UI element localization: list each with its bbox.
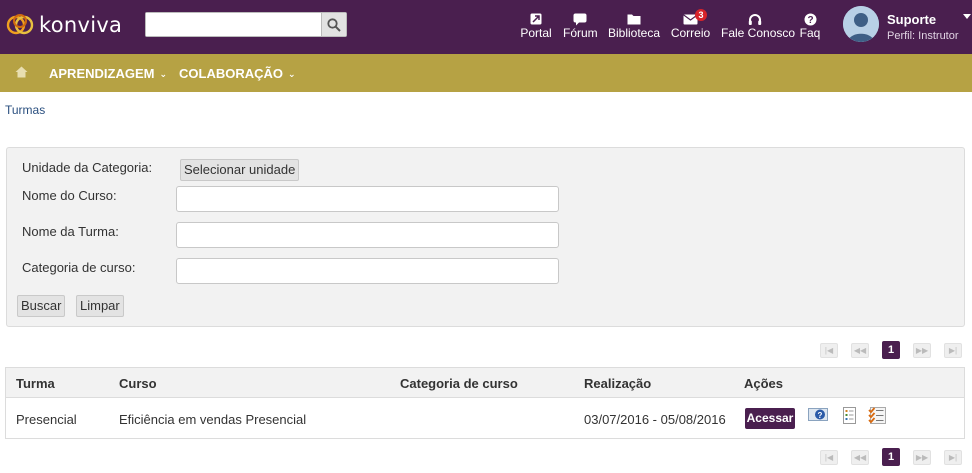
prev-page-button[interactable]: ◀◀ — [851, 449, 869, 465]
search-input[interactable] — [146, 13, 321, 36]
breadcrumb[interactable]: Turmas — [5, 103, 45, 117]
help-info-icon[interactable]: ? — [808, 407, 828, 426]
logo-rings-icon — [6, 14, 34, 35]
nav-faq[interactable]: ? Faq — [799, 11, 821, 40]
nav-correio[interactable]: 3 Correio — [670, 9, 711, 40]
cell-turma: Presencial — [16, 412, 77, 427]
class-name-input[interactable] — [176, 222, 559, 248]
nav-fale-conosco-label: Fale Conosco — [721, 26, 796, 40]
menu-colaboracao-label: COLABORAÇÃO — [179, 66, 283, 81]
col-acoes: Ações — [744, 376, 784, 391]
user-name: Suporte — [887, 12, 937, 27]
nav-faq-label: Faq — [799, 26, 821, 40]
col-turma: Turma — [16, 376, 55, 391]
menu-colaboracao[interactable]: COLABORAÇÃO ⌄ — [179, 66, 296, 81]
nav-forum-label: Fórum — [563, 26, 598, 40]
next-page-button[interactable]: ▶▶ — [913, 342, 931, 358]
first-page-button[interactable]: |◀ — [820, 449, 838, 465]
clear-button[interactable]: Limpar — [76, 295, 124, 317]
col-curso: Curso — [119, 376, 157, 391]
course-name-input[interactable] — [176, 186, 559, 212]
select-unit-button[interactable]: Selecionar unidade — [180, 159, 300, 181]
nav-biblioteca-label: Biblioteca — [608, 26, 661, 40]
main-menu: APRENDIZAGEM ⌄ COLABORAÇÃO ⌄ — [0, 54, 972, 92]
chevron-down-icon: ⌄ — [288, 69, 296, 79]
current-page[interactable]: 1 — [882, 448, 900, 466]
nav-portal[interactable]: Portal — [520, 11, 552, 40]
prev-page-button[interactable]: ◀◀ — [851, 342, 869, 358]
col-categoria: Categoria de curso — [400, 376, 518, 391]
folder-icon — [627, 14, 641, 25]
checklist-icon[interactable] — [868, 407, 886, 427]
svg-text:?: ? — [818, 411, 823, 420]
nav-forum[interactable]: Fórum — [563, 11, 598, 40]
last-page-button[interactable]: ▶| — [944, 342, 962, 358]
nav-fale-conosco[interactable]: Fale Conosco — [721, 11, 796, 40]
cell-realizacao: 03/07/2016 - 05/08/2016 — [584, 412, 726, 427]
col-realizacao: Realização — [584, 376, 652, 391]
table-header: Turma Curso Categoria de curso Realizaçã… — [6, 368, 964, 398]
svg-text:?: ? — [807, 15, 813, 26]
user-profile: Perfil: Instrutor — [887, 30, 959, 42]
top-header: konviva Portal Fórum Biblioteca 3 Correi… — [0, 0, 972, 54]
help-icon: ? — [804, 13, 816, 26]
unit-label: Unidade da Categoria: — [22, 160, 153, 175]
course-name-label: Nome do Curso: — [22, 188, 117, 203]
avatar — [843, 6, 879, 42]
menu-aprendizagem-label: APRENDIZAGEM — [49, 66, 155, 81]
mail-count-badge: 3 — [695, 9, 707, 21]
menu-aprendizagem[interactable]: APRENDIZAGEM ⌄ — [49, 66, 167, 81]
user-avatar-icon — [843, 6, 879, 42]
pagination-bottom: |◀ ◀◀ 1 ▶▶ ▶| — [807, 448, 962, 466]
konviva-logo[interactable]: konviva — [6, 10, 122, 40]
classes-table: Turma Curso Categoria de curso Realizaçã… — [5, 367, 965, 439]
current-page[interactable]: 1 — [882, 341, 900, 359]
pagination-top: |◀ ◀◀ 1 ▶▶ ▶| — [807, 341, 962, 359]
nav-portal-label: Portal — [520, 26, 552, 40]
search-button[interactable] — [321, 13, 346, 36]
filter-panel: Unidade da Categoria: Selecionar unidade… — [6, 147, 965, 327]
chevron-down-icon: ⌄ — [159, 69, 167, 79]
nav-correio-label: Correio — [670, 26, 711, 40]
portal-icon — [530, 13, 542, 25]
global-search — [145, 12, 347, 37]
home-icon[interactable] — [15, 66, 28, 81]
forum-icon — [573, 13, 586, 25]
course-category-label: Categoria de curso: — [22, 260, 136, 275]
access-button[interactable]: Acessar — [745, 408, 795, 429]
chevron-down-icon[interactable] — [963, 14, 971, 19]
search-submit-button[interactable]: Buscar — [17, 295, 66, 317]
list-details-icon[interactable] — [843, 407, 856, 427]
search-icon — [327, 17, 341, 32]
cell-curso: Eficiência em vendas Presencial — [119, 412, 307, 427]
class-name-label: Nome da Turma: — [22, 224, 119, 239]
first-page-button[interactable]: |◀ — [820, 342, 838, 358]
nav-biblioteca[interactable]: Biblioteca — [608, 11, 660, 40]
last-page-button[interactable]: ▶| — [944, 449, 962, 465]
logo-text: konviva — [39, 13, 123, 37]
course-category-input[interactable] — [176, 258, 559, 284]
headset-icon — [748, 13, 762, 25]
user-menu[interactable]: Suporte Perfil: Instrutor — [843, 6, 972, 46]
next-page-button[interactable]: ▶▶ — [913, 449, 931, 465]
